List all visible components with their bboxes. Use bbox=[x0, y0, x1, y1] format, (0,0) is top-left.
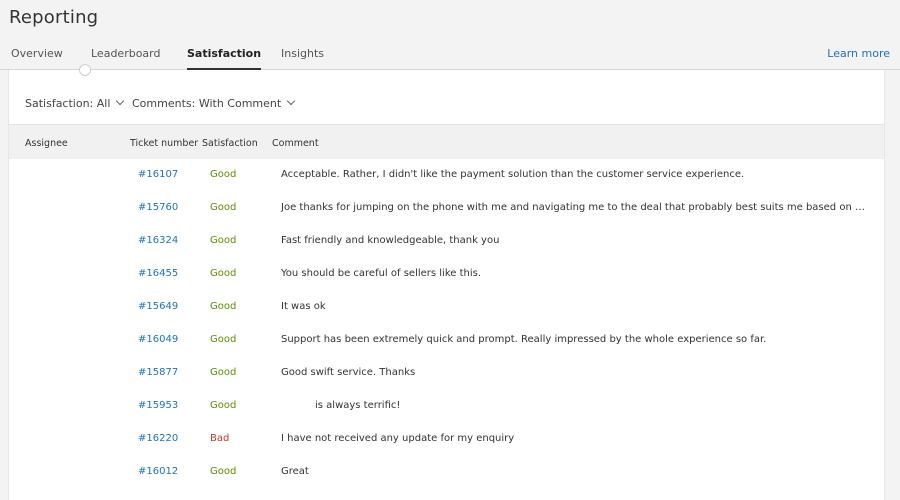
tab-leaderboard[interactable]: Leaderboard bbox=[91, 47, 160, 69]
column-header-assignee[interactable]: Assignee bbox=[25, 138, 68, 149]
table-row: #16455 Good You should be careful of sel… bbox=[9, 257, 884, 290]
tab-overview[interactable]: Overview bbox=[11, 47, 63, 69]
table-header: Assignee Ticket number Satisfaction Comm… bbox=[9, 124, 884, 159]
ticket-link[interactable]: #15760 bbox=[138, 202, 178, 213]
chevron-down-icon bbox=[116, 96, 125, 106]
comment-text: It was ok bbox=[281, 301, 326, 312]
column-header-comment[interactable]: Comment bbox=[272, 138, 319, 149]
comment-text: I have not received any update for my en… bbox=[281, 433, 515, 444]
column-header-satisfaction[interactable]: Satisfaction bbox=[202, 138, 258, 149]
satisfaction-rating: Good bbox=[210, 301, 237, 312]
table-row: #16324 Good Fast friendly and knowledgea… bbox=[9, 224, 884, 257]
page-title: Reporting bbox=[9, 7, 99, 28]
satisfaction-filter-dropdown[interactable]: Satisfaction: All bbox=[25, 96, 125, 110]
table-row: #16220 Bad I have not received any updat… bbox=[9, 422, 884, 455]
comment-text: Joe thanks for jumping on the phone with… bbox=[281, 202, 869, 213]
ticket-link[interactable]: #15649 bbox=[138, 301, 178, 312]
comment-text: Good swift service. Thanks bbox=[281, 367, 416, 378]
table-row: #15649 Good It was ok bbox=[9, 290, 884, 323]
ticket-link[interactable]: #16049 bbox=[138, 334, 178, 345]
slider-handle[interactable] bbox=[79, 64, 91, 76]
comments-filter-dropdown[interactable]: Comments: With Comment bbox=[132, 96, 296, 110]
satisfaction-rating: Good bbox=[210, 268, 237, 279]
ticket-link[interactable]: #16324 bbox=[138, 235, 178, 246]
satisfaction-rating: Good bbox=[210, 169, 237, 180]
table-row: #16049 Good Support has been extremely q… bbox=[9, 323, 884, 356]
comment-text: is always terrific! bbox=[315, 400, 401, 411]
table-row: #15760 Good Joe thanks for jumping on th… bbox=[9, 191, 884, 224]
comment-text: Fast friendly and knowledgeable, thank y… bbox=[281, 235, 500, 246]
ticket-link[interactable]: #16107 bbox=[138, 169, 178, 180]
satisfaction-panel: Satisfaction: All Comments: With Comment… bbox=[8, 64, 885, 500]
comment-text: You should be careful of sellers like th… bbox=[281, 268, 482, 279]
ticket-link[interactable]: #16012 bbox=[138, 466, 178, 477]
ticket-link[interactable]: #15953 bbox=[138, 400, 178, 411]
satisfaction-rating: Bad bbox=[210, 433, 230, 444]
ticket-link[interactable]: #16455 bbox=[138, 268, 178, 279]
satisfaction-rating: Good bbox=[210, 202, 237, 213]
table-row: #15953 Good is always terrific! bbox=[9, 389, 884, 422]
satisfaction-rating: Good bbox=[210, 334, 237, 345]
tab-insights[interactable]: Insights bbox=[281, 47, 324, 69]
satisfaction-rating: Good bbox=[210, 235, 237, 246]
chevron-down-icon bbox=[286, 96, 296, 106]
tab-satisfaction[interactable]: Satisfaction bbox=[187, 47, 262, 70]
comment-text: Great bbox=[281, 466, 309, 477]
table-row: #16107 Good Acceptable. Rather, I didn't… bbox=[9, 158, 884, 191]
comment-text: Acceptable. Rather, I didn't like the pa… bbox=[281, 169, 745, 180]
satisfaction-rating: Good bbox=[210, 367, 237, 378]
comment-text: Support has been extremely quick and pro… bbox=[281, 334, 767, 345]
top-bar: Reporting Overview Leaderboard Satisfact… bbox=[0, 0, 900, 70]
satisfaction-rating: Good bbox=[210, 400, 237, 411]
table-row: #15877 Good Good swift service. Thanks bbox=[9, 356, 884, 389]
satisfaction-filter-label: Satisfaction: All bbox=[25, 97, 111, 110]
ticket-link[interactable]: #16220 bbox=[138, 433, 178, 444]
satisfaction-rating: Good bbox=[210, 466, 237, 477]
table-row: #16012 Good Great bbox=[9, 455, 884, 488]
learn-more-link[interactable]: Learn more bbox=[827, 47, 890, 60]
comments-filter-label: Comments: With Comment bbox=[132, 97, 282, 110]
column-header-ticket-number[interactable]: Ticket number bbox=[130, 138, 198, 149]
ticket-link[interactable]: #15877 bbox=[138, 367, 178, 378]
